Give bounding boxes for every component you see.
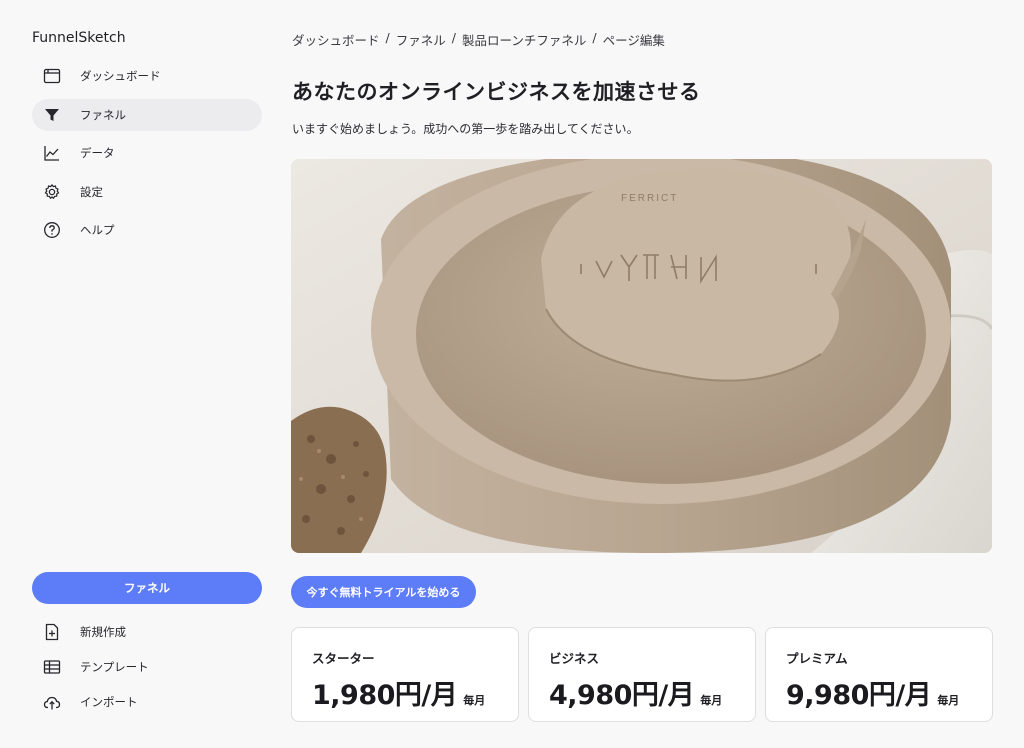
breadcrumb-item: ページ編集: [602, 33, 665, 48]
breadcrumb-item[interactable]: ダッシュボード: [292, 30, 380, 49]
sidebar-item-data[interactable]: データ: [32, 137, 262, 169]
new-file-icon: [42, 622, 62, 642]
breadcrumb-item[interactable]: ファネル: [396, 30, 446, 49]
start-trial-button[interactable]: 今すぐ無料トライアルを始める: [291, 576, 476, 608]
brand-logo[interactable]: FunnelSketch: [32, 30, 126, 46]
plan-price-row: 4,980円/月 毎月: [549, 673, 755, 712]
funnel-button[interactable]: ファネル: [32, 572, 262, 604]
plan-period: 毎月: [937, 694, 960, 707]
funnel-icon: [42, 105, 62, 125]
table-icon: [42, 657, 62, 677]
sidebar-nav: ダッシュボード ファネル データ 設定 ヘルプ: [32, 60, 262, 253]
breadcrumb-item[interactable]: 製品ローンチファネル: [462, 30, 586, 49]
breadcrumb-separator: /: [592, 30, 597, 45]
sidebar-item-label: 新規作成: [80, 625, 126, 639]
chart-line-icon: [42, 143, 62, 163]
gear-icon: [42, 182, 62, 202]
svg-text:FERRICT: FERRICT: [621, 193, 678, 204]
plan-period: 毎月: [463, 694, 486, 707]
page-subtitle: いますぐ始めましょう。成功への第一歩を踏み出してください。: [292, 122, 639, 136]
sidebar-item-label: データ: [80, 146, 115, 160]
plan-price: 9,980円/月: [786, 680, 932, 711]
sidebar-item-settings[interactable]: 設定: [32, 176, 262, 208]
sidebar-item-dashboard[interactable]: ダッシュボード: [32, 60, 262, 92]
sidebar-item-import[interactable]: インポート: [32, 690, 262, 714]
sidebar-item-funnel[interactable]: ファネル: [32, 98, 262, 131]
sidebar-item-label: ヘルプ: [80, 223, 115, 237]
plan-name: プレミアム: [786, 651, 848, 666]
plan-card-starter[interactable]: スターター 1,980円/月 毎月: [291, 627, 519, 722]
product-photo: FERRICT: [291, 159, 992, 553]
sidebar-item-label: ダッシュボード: [80, 69, 161, 83]
plan-card-business[interactable]: ビジネス 4,980円/月 毎月: [528, 627, 756, 722]
page-title: あなたのオンラインビジネスを加速させる: [292, 80, 701, 104]
sidebar-item-label: 設定: [80, 184, 103, 199]
help-icon: [42, 220, 62, 240]
breadcrumb: ダッシュボード / ファネル / 製品ローンチファネル / ページ編集: [292, 30, 665, 49]
plan-price: 1,980円/月: [312, 680, 458, 711]
pricing-plans: スターター 1,980円/月 毎月 ビジネス 4,980円/月 毎月 プレミアム…: [291, 627, 993, 722]
plan-price: 4,980円/月: [549, 680, 695, 711]
sidebar-bottom-nav: 新規作成 テンプレート インポート: [32, 620, 262, 725]
dashboard-icon: [42, 66, 62, 86]
hero-image: FERRICT: [291, 159, 992, 553]
sidebar: FunnelSketch ダッシュボード ファネル データ 設定 ヘルプ ファネ…: [0, 0, 276, 748]
sidebar-item-label: ファネル: [80, 107, 126, 122]
plan-price-row: 1,980円/月 毎月: [312, 673, 518, 712]
cloud-upload-icon: [42, 692, 62, 712]
sidebar-item-label: インポート: [80, 695, 138, 709]
sidebar-item-templates[interactable]: テンプレート: [32, 655, 262, 679]
sidebar-item-label: テンプレート: [80, 660, 149, 674]
breadcrumb-separator: /: [451, 30, 456, 45]
plan-period: 毎月: [700, 694, 723, 707]
plan-card-premium[interactable]: プレミアム 9,980円/月 毎月: [765, 627, 993, 722]
plan-name: スターター: [312, 651, 375, 666]
plan-name: ビジネス: [549, 651, 600, 666]
plan-price-row: 9,980円/月 毎月: [786, 673, 992, 712]
breadcrumb-separator: /: [385, 30, 390, 45]
sidebar-item-new[interactable]: 新規作成: [32, 620, 262, 644]
sidebar-item-help[interactable]: ヘルプ: [32, 214, 262, 246]
